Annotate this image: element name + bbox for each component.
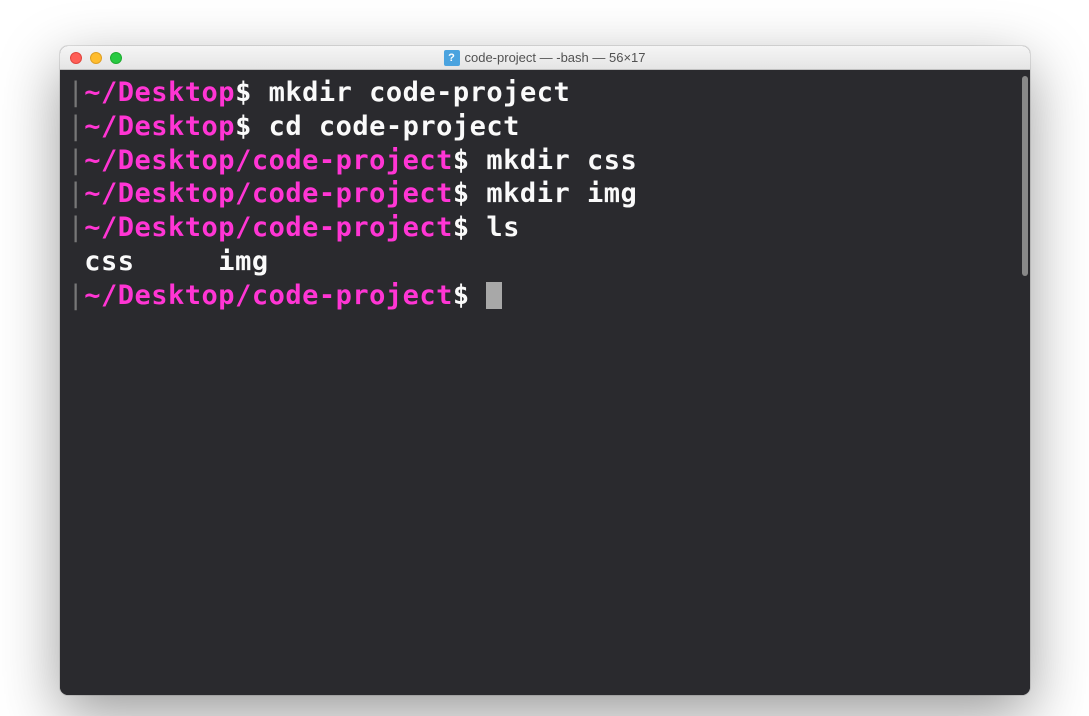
command-text: mkdir img	[486, 178, 637, 209]
command-text: mkdir css	[486, 145, 637, 176]
terminal-body[interactable]: |~/Desktop$ mkdir code-project |~/Deskto…	[60, 70, 1030, 695]
prompt-path: ~/Desktop	[84, 77, 235, 108]
command-text: ls	[486, 212, 520, 243]
maximize-button[interactable]	[110, 52, 122, 64]
terminal-line: |~/Desktop/code-project$ mkdir css	[68, 144, 1022, 178]
cursor-icon	[486, 282, 502, 309]
prompt-dollar: $	[453, 212, 470, 243]
prompt-path: ~/Desktop	[84, 111, 235, 142]
prompt-dollar: $	[453, 178, 470, 209]
terminal-window: ? code-project — -bash — 56×17 |~/Deskto…	[60, 46, 1030, 695]
terminal-line: |~/Desktop/code-project$ ls	[68, 211, 1022, 245]
prompt-path: ~/Desktop/code-project	[84, 280, 453, 311]
traffic-lights	[70, 52, 122, 64]
terminal-line: |~/Desktop/code-project$ mkdir img	[68, 177, 1022, 211]
window-title: code-project — -bash — 56×17	[464, 50, 645, 65]
terminal-line: |~/Desktop$ cd code-project	[68, 110, 1022, 144]
prompt-dollar: $	[235, 111, 252, 142]
prompt-dollar: $	[235, 77, 252, 108]
prompt-dollar: $	[453, 280, 470, 311]
minimize-button[interactable]	[90, 52, 102, 64]
prompt-path: ~/Desktop/code-project	[84, 212, 453, 243]
terminal-current-line: |~/Desktop/code-project$	[68, 279, 1022, 313]
title-bar[interactable]: ? code-project — -bash — 56×17	[60, 46, 1030, 70]
terminal-line: |~/Desktop$ mkdir code-project	[68, 76, 1022, 110]
prompt-path: ~/Desktop/code-project	[84, 178, 453, 209]
prompt-dollar: $	[453, 145, 470, 176]
command-text: cd code-project	[269, 111, 520, 142]
window-title-container: ? code-project — -bash — 56×17	[443, 50, 645, 66]
command-text: mkdir code-project	[269, 77, 571, 108]
ls-output: css img	[84, 246, 268, 277]
folder-icon: ?	[443, 50, 459, 66]
scrollbar[interactable]	[1022, 76, 1028, 276]
folder-icon-label: ?	[448, 52, 455, 64]
close-button[interactable]	[70, 52, 82, 64]
terminal-output: css img	[68, 245, 1022, 279]
prompt-path: ~/Desktop/code-project	[84, 145, 453, 176]
